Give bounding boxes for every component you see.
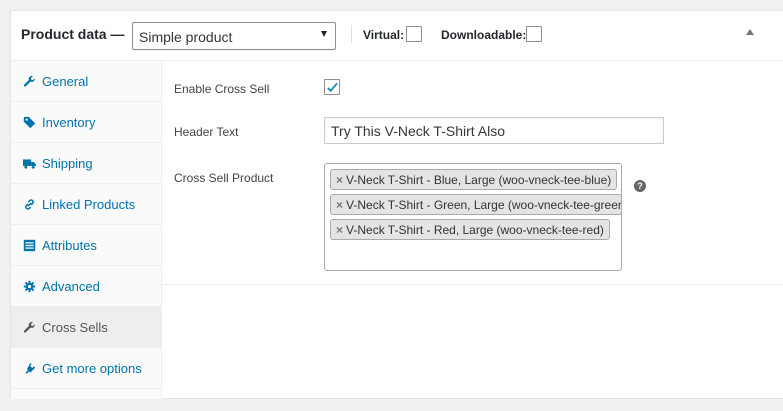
tab-inventory[interactable]: Inventory <box>11 102 161 143</box>
product-data-tabs: General Inventory Shipping Linked Produc… <box>11 61 162 399</box>
tab-attributes[interactable]: Attributes <box>11 225 161 266</box>
tab-label: Shipping <box>42 156 93 171</box>
tab-label: Inventory <box>42 115 96 130</box>
product-data-panel: Product data — Simple product Virtual: D… <box>10 10 783 399</box>
selected-product-chip: × V-Neck T-Shirt - Red, Large (woo-vneck-… <box>330 219 610 240</box>
tab-shipping[interactable]: Shipping <box>11 143 161 184</box>
chip-label: V-Neck T-Shirt - Green, Large (woo-vneck… <box>346 198 622 212</box>
link-icon <box>22 197 36 211</box>
remove-chip-button[interactable]: × <box>336 198 343 212</box>
cross-sell-product-select[interactable]: × V-Neck T-Shirt - Blue, Large (woo-vneck… <box>324 163 622 271</box>
remove-chip-button[interactable]: × <box>336 173 343 187</box>
selected-product-chip: × V-Neck T-Shirt - Green, Large (woo-vnec… <box>330 194 622 215</box>
tab-label: Linked Products <box>42 197 136 212</box>
enable-cross-sell-checkbox[interactable] <box>324 79 340 95</box>
gear-icon <box>22 279 36 293</box>
header-divider <box>351 25 352 43</box>
tab-label: Advanced <box>42 279 100 294</box>
checkmark-icon <box>327 82 338 93</box>
cross-sell-product-label: Cross Sell Product <box>174 171 274 185</box>
plugin-icon <box>22 361 36 375</box>
product-data-header: Product data — Simple product Virtual: D… <box>11 11 783 61</box>
virtual-label: Virtual: <box>363 28 405 42</box>
panel-title: Product data — <box>21 26 125 42</box>
tab-label: Attributes <box>42 238 97 253</box>
section-divider <box>162 284 783 285</box>
tab-general[interactable]: General <box>11 61 161 102</box>
triangle-up-icon[interactable] <box>746 29 754 35</box>
tab-label: Get more options <box>42 361 142 376</box>
tab-label: General <box>42 74 89 89</box>
selected-product-chip: × V-Neck T-Shirt - Blue, Large (woo-vneck… <box>330 169 618 190</box>
downloadable-checkbox[interactable] <box>526 26 542 42</box>
chip-label: V-Neck T-Shirt - Red, Large (woo-vneck-t… <box>346 223 604 237</box>
wrench-icon <box>22 74 36 88</box>
remove-chip-button[interactable]: × <box>336 223 343 237</box>
tab-advanced[interactable]: Advanced <box>11 266 161 307</box>
truck-icon <box>22 156 36 170</box>
tab-linked-products[interactable]: Linked Products <box>11 184 161 225</box>
chevron-down-icon <box>321 31 327 37</box>
virtual-checkbox[interactable] <box>406 26 422 42</box>
list-icon <box>22 238 36 252</box>
product-type-value: Simple product <box>139 29 233 45</box>
cross-sells-panel: Enable Cross Sell Header Text Cross Sell… <box>162 61 783 399</box>
tab-label: Cross Sells <box>42 320 108 335</box>
tab-get-more-options[interactable]: Get more options <box>11 348 161 389</box>
wrench-icon <box>22 320 36 334</box>
help-icon[interactable]: ? <box>634 180 646 192</box>
downloadable-label: Downloadable: <box>441 28 527 42</box>
header-text-label: Header Text <box>174 125 239 139</box>
header-text-input[interactable] <box>324 117 664 144</box>
product-type-select[interactable]: Simple product <box>132 22 336 50</box>
tag-icon <box>22 115 36 129</box>
tab-cross-sells[interactable]: Cross Sells <box>11 307 161 348</box>
enable-cross-sell-label: Enable Cross Sell <box>174 82 270 96</box>
chip-label: V-Neck T-Shirt - Blue, Large (woo-vneck-… <box>346 173 612 187</box>
